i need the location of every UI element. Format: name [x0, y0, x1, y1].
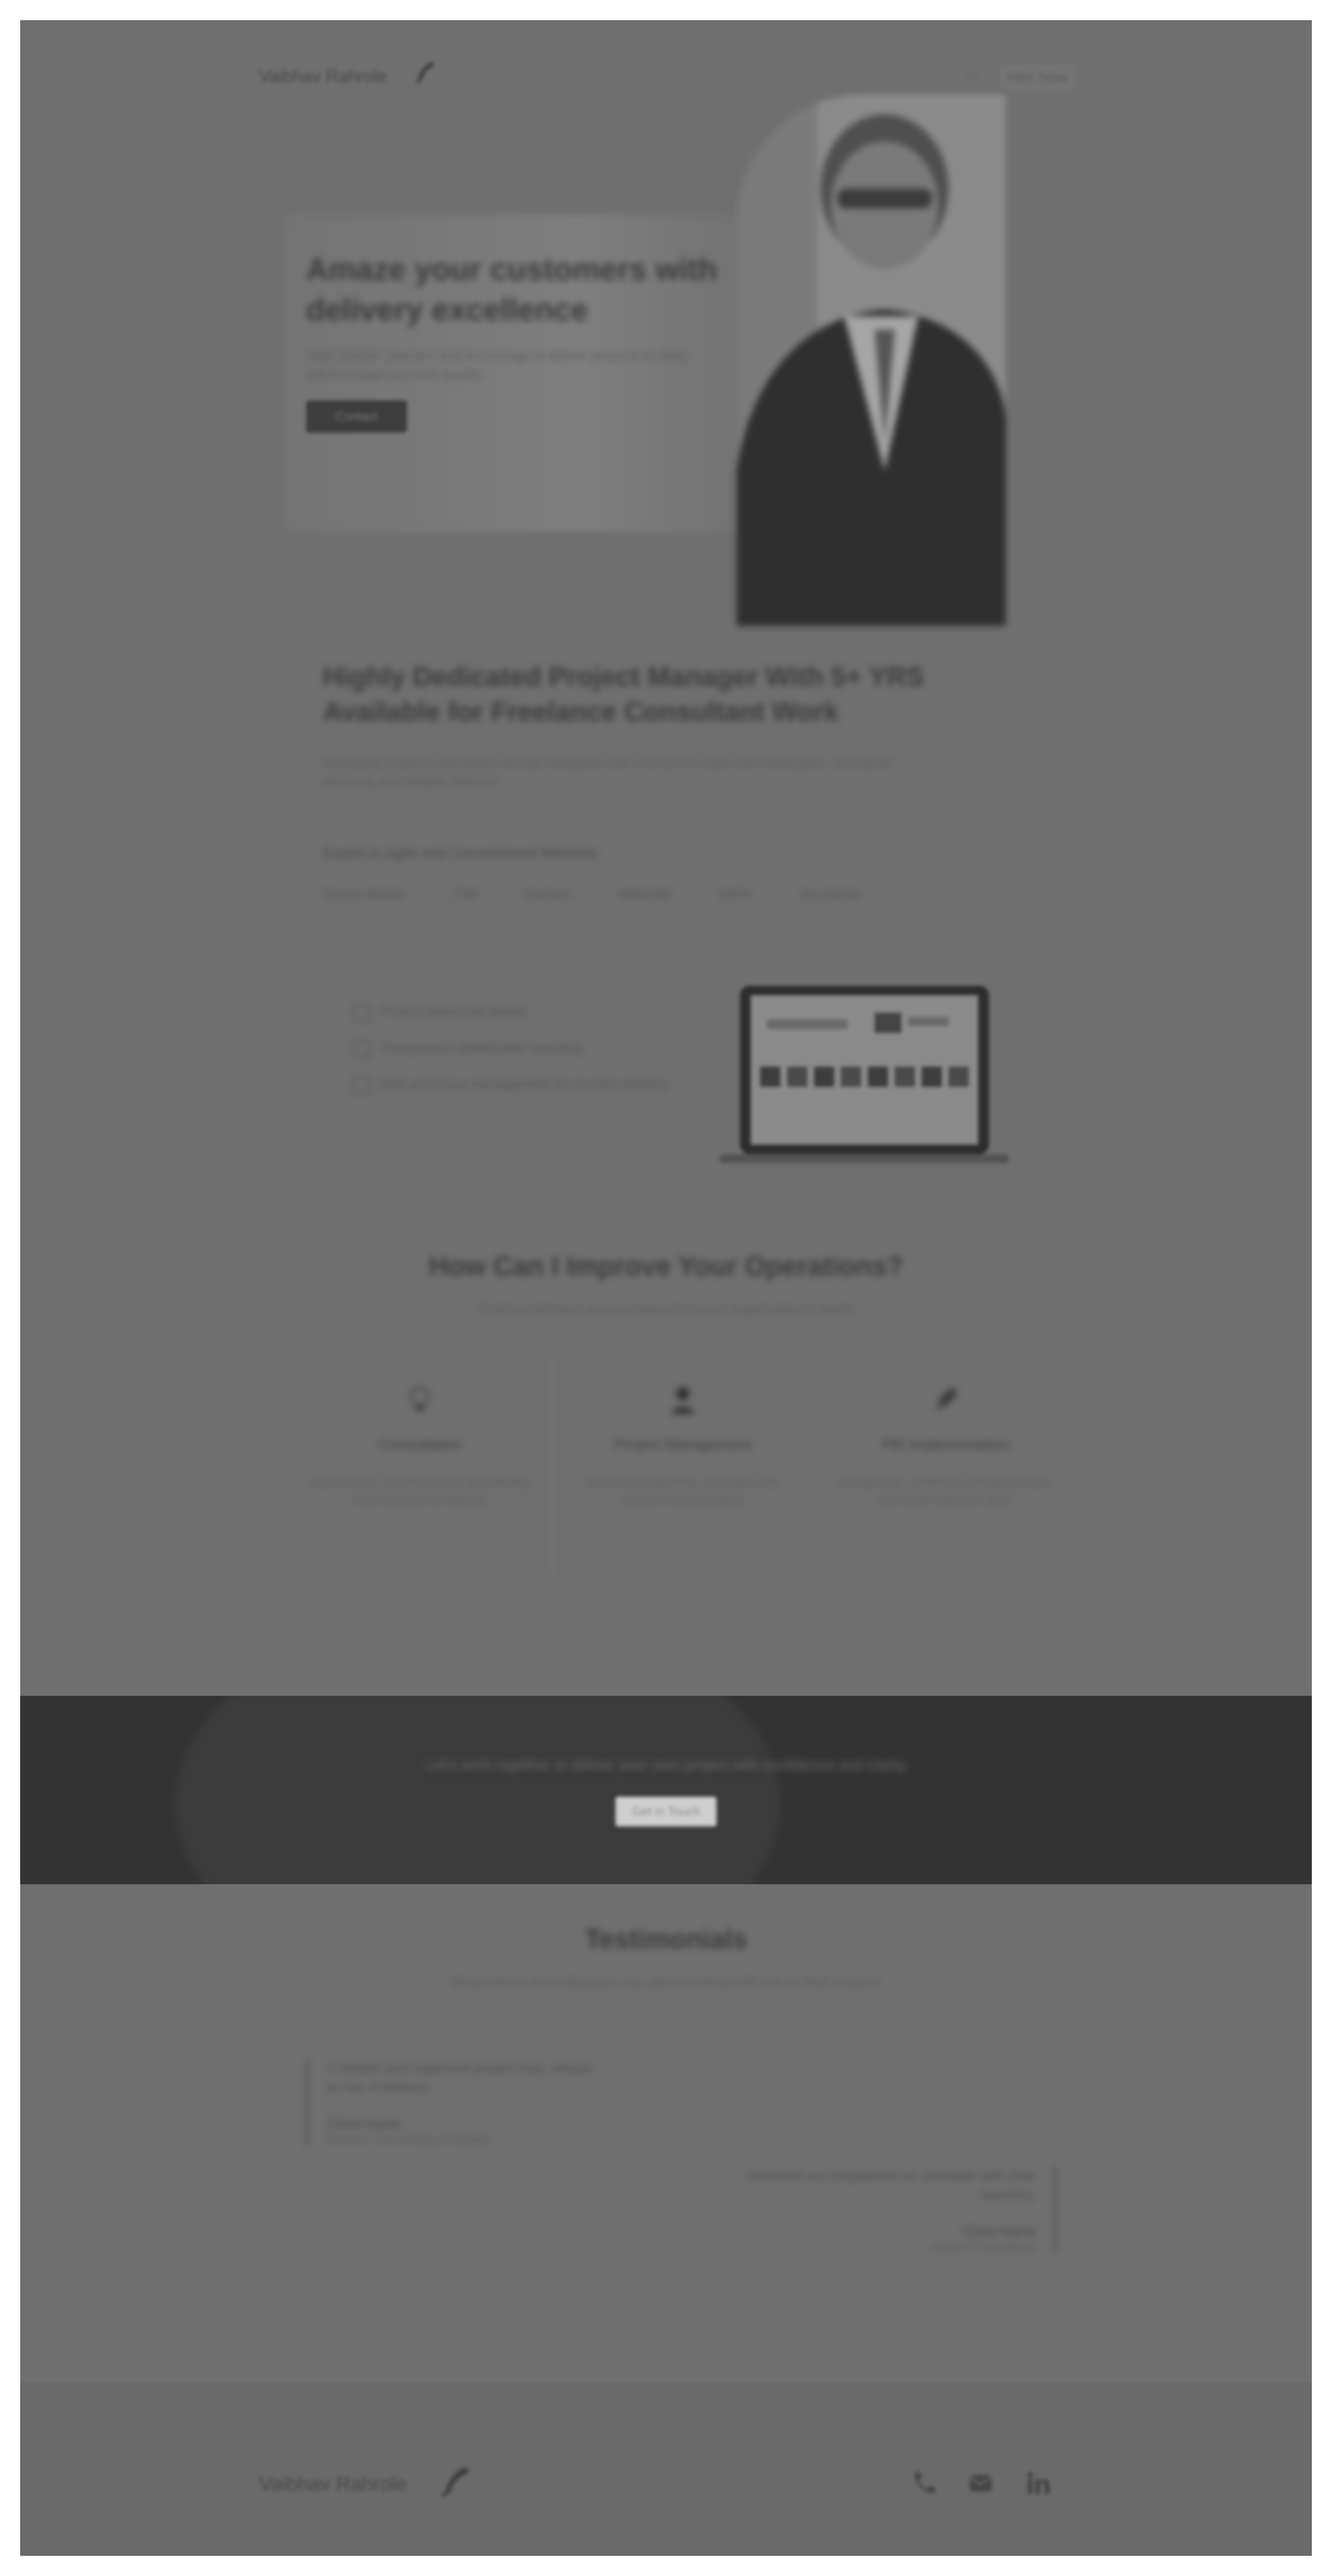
hero-subtitle: Align people, process and technology to … — [306, 349, 691, 382]
operations-subtitle: Practical delivery services tailored to … — [478, 1302, 854, 1317]
testimonial-role: Director, Technology Company — [326, 2133, 491, 2146]
checkbox-icon — [353, 1004, 371, 1022]
feature-checklist: Project plans that deliver Transparent s… — [353, 1003, 669, 1112]
service-card-text: Assess your current process and identify… — [311, 1476, 529, 1507]
checklist-item: Transparent stakeholder reporting — [353, 1039, 669, 1058]
hire-button[interactable]: Hire Now — [999, 65, 1076, 90]
checkbox-icon — [353, 1040, 371, 1058]
portrait-image — [737, 94, 1006, 626]
testimonial-quote: Delivered our programme on schedule with… — [746, 2169, 1036, 2203]
email-icon[interactable] — [966, 2468, 996, 2498]
footer: Vaibhav Rahrole — [20, 2382, 1312, 2556]
testimonial-role: Head of Operations — [930, 2240, 1036, 2254]
checkbox-icon — [353, 1077, 371, 1094]
checklist-item: Project plans that deliver — [353, 1003, 669, 1022]
banner-text: Let's work together to deliver your next… — [426, 1756, 906, 1773]
testimonial-card: A reliable and organised project lead, a… — [306, 2059, 609, 2147]
testimonials-subtitle: What clients and colleagues say about wo… — [451, 1975, 881, 1990]
operations-title: How Can I Improve Your Operations? — [429, 1252, 903, 1281]
operations-cards: Consultation Assess your current process… — [289, 1356, 1076, 1578]
skill-item: SAFe — [718, 887, 752, 902]
testimonial-name: Client Name — [961, 2225, 1036, 2240]
checklist-text: Project plans that deliver — [380, 1005, 528, 1019]
skill-item: Jira Admin — [799, 887, 862, 902]
checklist-text: Risk and issue management for on-time de… — [380, 1077, 668, 1092]
service-card-title: PM Implementation — [881, 1436, 1010, 1453]
service-card[interactable]: PM Implementation Set up tools, workflow… — [815, 1356, 1076, 1578]
testimonial-quote: A reliable and organised project lead, a… — [326, 2061, 593, 2095]
service-card-text: End-to-end planning, execution and contr… — [587, 1476, 779, 1507]
testimonial-name: Client Name — [326, 2117, 401, 2132]
service-card-title: Consultation — [379, 1436, 461, 1453]
banner-decoration — [175, 1696, 780, 1884]
testimonials-title: Testimonials — [585, 1925, 747, 1954]
page: Vaibhav Rahrole ◦ ◦ Hire Now Amaze your … — [20, 20, 1312, 2556]
intro-body: Managing projects and teams across indus… — [323, 756, 892, 789]
laptop-illustration — [720, 986, 1009, 1164]
banner-cta-button[interactable]: Get in Touch — [616, 1797, 716, 1826]
footer-social-icons — [908, 2468, 1053, 2498]
checklist-item: Risk and issue management for on-time de… — [353, 1075, 669, 1094]
skill-item: PMI — [453, 887, 478, 902]
testimonial-card: Delivered our programme on schedule with… — [740, 2167, 1056, 2254]
cta-banner: Let's work together to deliver your next… — [20, 1696, 1312, 1884]
linkedin-icon[interactable] — [1024, 2468, 1053, 2498]
skills-list: Scrum Master PMI Kanban Waterfall SAFe J… — [323, 887, 862, 902]
nav-actions: ◦ ◦ Hire Now — [965, 65, 1076, 90]
user-icon — [671, 1387, 694, 1414]
phone-icon[interactable] — [908, 2468, 938, 2498]
service-card-text: Set up tools, workflows and governance t… — [838, 1476, 1053, 1507]
skill-item: Kanban — [525, 887, 571, 902]
skills-label: Expert in Agile and Conventional Methods — [323, 845, 598, 861]
nav-link[interactable]: ◦ ◦ — [965, 69, 979, 86]
service-card-title: Project Management — [614, 1436, 751, 1453]
lightbulb-icon — [410, 1386, 430, 1411]
intro-title: Highly Dedicated Project Manager With 5+… — [323, 662, 924, 727]
hero-title: Amaze your customers with delivery excel… — [306, 252, 717, 327]
feather-logo-icon — [415, 62, 434, 84]
feather-logo-icon — [441, 2467, 468, 2498]
footer-brand-name[interactable]: Vaibhav Rahrole — [259, 2473, 407, 2496]
service-card[interactable]: Consultation Assess your current process… — [289, 1356, 552, 1578]
skill-item: Scrum Master — [323, 887, 407, 902]
hero-cta-button[interactable]: Contact — [306, 400, 407, 433]
checklist-text: Transparent stakeholder reporting — [380, 1041, 583, 1056]
service-card[interactable]: Project Management End-to-end planning, … — [552, 1356, 815, 1578]
brand-name[interactable]: Vaibhav Rahrole — [259, 66, 387, 87]
rocket-icon — [936, 1388, 957, 1411]
skill-item: Waterfall — [618, 887, 671, 902]
